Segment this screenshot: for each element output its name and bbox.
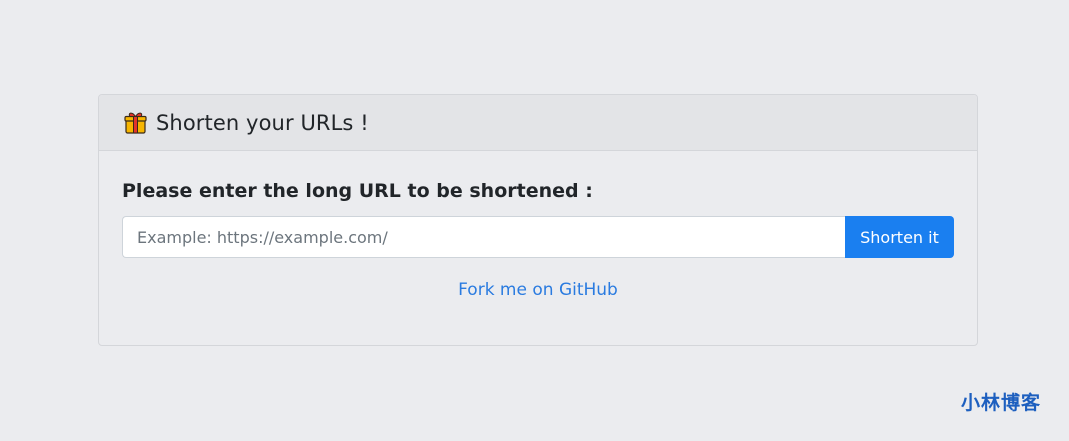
card-body: Please enter the long URL to be shortene… bbox=[99, 151, 977, 300]
url-prompt-label: Please enter the long URL to be shortene… bbox=[122, 180, 593, 202]
github-link-container: Fork me on GitHub bbox=[122, 280, 954, 300]
card-title: Shorten your URLs ! bbox=[156, 110, 369, 135]
gift-icon bbox=[123, 110, 148, 135]
long-url-input[interactable] bbox=[122, 216, 845, 258]
shorten-button[interactable]: Shorten it bbox=[845, 216, 954, 258]
url-input-group: Shorten it bbox=[122, 216, 954, 258]
card-header: Shorten your URLs ! bbox=[99, 95, 977, 151]
site-watermark: 小林博客 bbox=[960, 392, 1041, 414]
fork-on-github-link[interactable]: Fork me on GitHub bbox=[458, 280, 618, 300]
shortener-card: Shorten your URLs ! Please enter the lon… bbox=[98, 94, 978, 346]
